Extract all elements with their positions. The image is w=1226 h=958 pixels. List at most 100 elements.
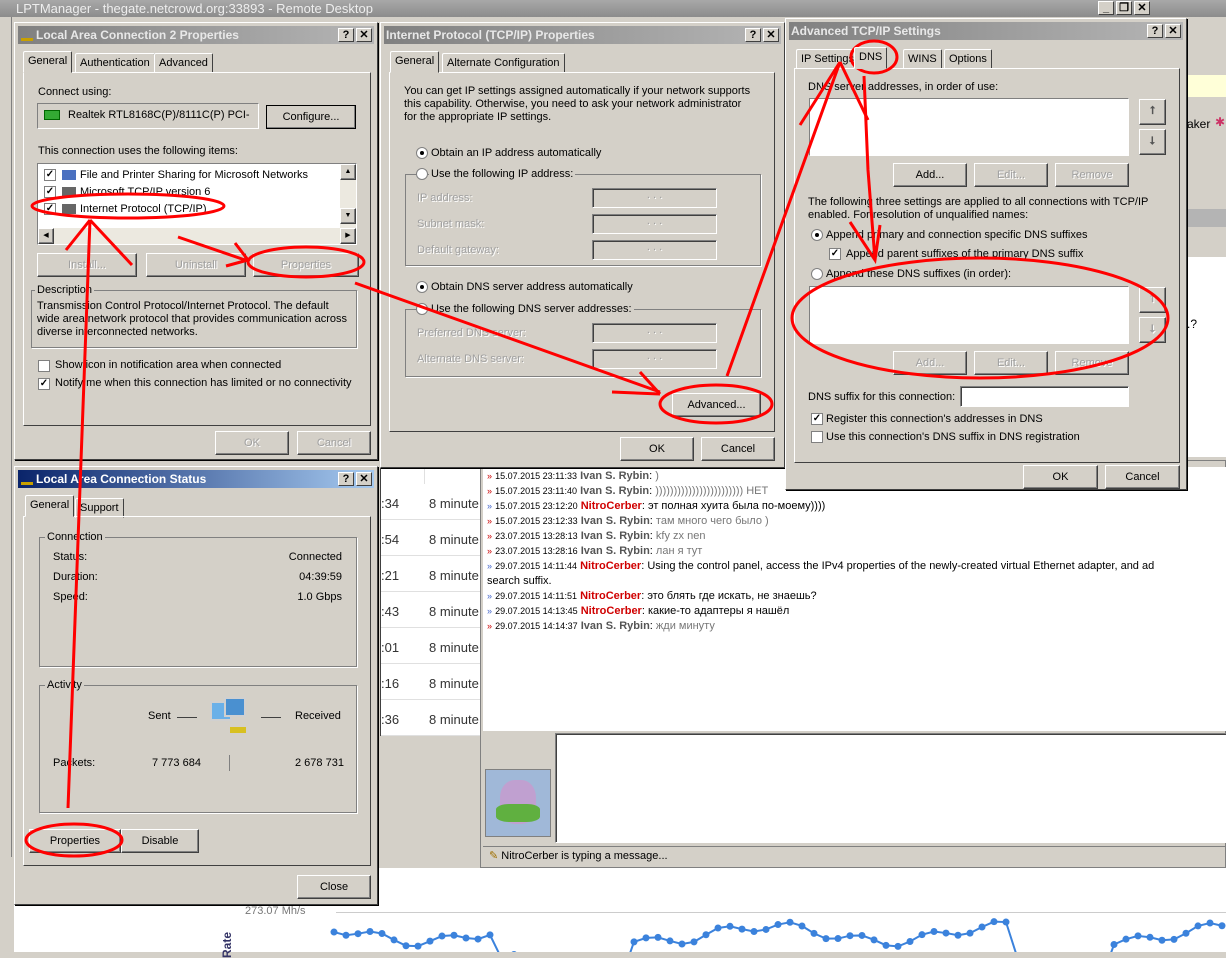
subnet-mask-input[interactable]: . . .	[592, 214, 717, 234]
tab-authentication[interactable]: Authentication	[75, 53, 155, 73]
notify-checkbox[interactable]: ✓	[38, 378, 50, 390]
sent-label: Sent	[148, 710, 171, 722]
move-down-button[interactable]: ⭣	[1139, 129, 1166, 155]
message-input[interactable]	[555, 733, 1226, 843]
chart-point	[426, 937, 434, 945]
dns-suffix-list[interactable]	[809, 286, 1129, 344]
chat-log[interactable]: » 15.07.2015 23:11:33 Ivan S. Rybin: )» …	[483, 467, 1226, 731]
chart-point	[714, 924, 722, 932]
ok-button[interactable]: OK	[1023, 465, 1098, 489]
component-checkbox[interactable]: ✓	[44, 203, 56, 215]
add-suffix-button[interactable]: Add...	[893, 351, 967, 375]
move-up-button[interactable]: ⭡	[1139, 99, 1166, 125]
append-these-radio[interactable]	[811, 268, 823, 280]
use-dns-radio[interactable]	[416, 303, 428, 315]
register-checkbox[interactable]: ✓	[811, 413, 823, 425]
add-dns-button[interactable]: Add...	[893, 163, 967, 187]
cancel-button[interactable]: Cancel	[297, 431, 371, 455]
dns-servers-list[interactable]	[809, 98, 1129, 156]
protocol-icon	[62, 187, 76, 197]
close-button[interactable]: ✕	[356, 472, 372, 486]
append-parent-checkbox[interactable]: ✓	[829, 248, 841, 260]
preferred-dns-input[interactable]: . . .	[592, 323, 717, 343]
remove-dns-button[interactable]: Remove	[1055, 163, 1129, 187]
tab-options[interactable]: Options	[944, 49, 992, 69]
tab-dns[interactable]: DNS	[854, 47, 888, 69]
table-row[interactable]: :21 8 minute	[381, 556, 482, 592]
table-row[interactable]: :36 8 minute	[381, 700, 482, 736]
table-row[interactable]: :34 8 minute	[381, 484, 482, 520]
alternate-dns-input[interactable]: . . .	[592, 349, 717, 369]
use-suffix-checkbox[interactable]	[811, 431, 823, 443]
component-checkbox[interactable]: ✓	[44, 169, 56, 181]
table-row[interactable]: :43 8 minute	[381, 592, 482, 628]
ip-address-input[interactable]: . . .	[592, 188, 717, 208]
component-item[interactable]: ✓ File and Printer Sharing for Microsoft …	[42, 167, 338, 183]
close-dialog-button[interactable]: Close	[297, 875, 371, 899]
cancel-button[interactable]: Cancel	[701, 437, 775, 461]
help-button[interactable]: ?	[1147, 24, 1163, 38]
tab-alternate-configuration[interactable]: Alternate Configuration	[442, 53, 565, 73]
table-row[interactable]: :54 8 minute	[381, 520, 482, 556]
install-button[interactable]: Install...	[37, 253, 137, 277]
scroll-left-button[interactable]: ◀	[38, 228, 54, 244]
help-button[interactable]: ?	[338, 472, 354, 486]
close-button[interactable]: ✕	[356, 28, 372, 42]
disable-button[interactable]: Disable	[121, 829, 199, 853]
suffix-down-button[interactable]: ⭣	[1139, 317, 1166, 343]
ok-button[interactable]: OK	[215, 431, 289, 455]
horizontal-scrollbar[interactable]: ◀ ▶	[38, 228, 356, 244]
dialog-titlebar: Local Area Connection Status ? ✕	[18, 470, 374, 488]
properties-button[interactable]: Properties	[253, 253, 359, 277]
uninstall-button[interactable]: Uninstall	[146, 253, 246, 277]
tab-wins[interactable]: WINS	[903, 49, 942, 69]
tab-advanced[interactable]: Advanced	[154, 53, 213, 73]
close-button[interactable]: ✕	[763, 28, 779, 42]
component-item[interactable]: ✓ Microsoft TCP/IP version 6	[42, 184, 338, 200]
scroll-down-button[interactable]: ▼	[340, 208, 356, 224]
network-icon	[21, 473, 33, 485]
incoming-arrow-icon: »	[487, 516, 493, 526]
cancel-button[interactable]: Cancel	[1105, 465, 1180, 489]
edit-suffix-button[interactable]: Edit...	[974, 351, 1048, 375]
show-icon-checkbox[interactable]	[38, 360, 50, 372]
tab-general[interactable]: General	[23, 51, 73, 73]
components-list[interactable]: ✓ File and Printer Sharing for Microsoft …	[37, 163, 357, 245]
properties-button[interactable]: Properties	[29, 829, 121, 853]
close-button[interactable]: ✕	[1165, 24, 1181, 38]
minimize-button[interactable]: _	[1098, 1, 1114, 15]
ok-button[interactable]: OK	[620, 437, 694, 461]
message-text: Using the control panel, access the IPv4…	[647, 560, 1155, 572]
use-ip-radio[interactable]	[416, 168, 428, 180]
tab-support[interactable]: Support	[75, 498, 124, 518]
edit-dns-button[interactable]: Edit...	[974, 163, 1048, 187]
remove-suffix-button[interactable]: Remove	[1055, 351, 1129, 375]
obtain-dns-radio[interactable]	[416, 281, 428, 293]
table-row[interactable]: :16 8 minute	[381, 664, 482, 700]
close-button[interactable]: ✕	[1134, 1, 1150, 15]
tab-general[interactable]: General	[390, 51, 440, 73]
component-checkbox[interactable]: ✓	[44, 186, 56, 198]
gateway-input[interactable]: . . .	[592, 240, 717, 260]
time-cell: :01	[381, 640, 400, 655]
packets-sent-value: 7 773 684	[152, 757, 201, 769]
table-row[interactable]: :01 8 minute	[381, 628, 482, 664]
lac-status-dialog: Local Area Connection Status ? ✕ General…	[14, 466, 378, 905]
scroll-right-button[interactable]: ▶	[340, 228, 356, 244]
restore-button[interactable]: ❐	[1116, 1, 1132, 15]
chart-point	[990, 918, 998, 926]
suffix-up-button[interactable]: ⭡	[1139, 287, 1166, 313]
advanced-button[interactable]: Advanced...	[672, 393, 761, 417]
dns-suffix-input[interactable]	[960, 386, 1129, 407]
configure-button[interactable]: Configure...	[266, 105, 356, 129]
obtain-ip-radio[interactable]	[416, 147, 428, 159]
component-item[interactable]: ✓ Internet Protocol (TCP/IP)	[42, 201, 338, 217]
chart-point	[630, 938, 638, 946]
append-primary-radio[interactable]	[811, 229, 823, 241]
help-button[interactable]: ?	[745, 28, 761, 42]
help-button[interactable]: ?	[338, 28, 354, 42]
tab-general[interactable]: General	[25, 495, 75, 517]
scrollbar[interactable]: ▲ ▼	[340, 164, 356, 228]
tab-ip-settings[interactable]: IP Settings	[796, 49, 859, 69]
scroll-up-button[interactable]: ▲	[340, 164, 356, 180]
